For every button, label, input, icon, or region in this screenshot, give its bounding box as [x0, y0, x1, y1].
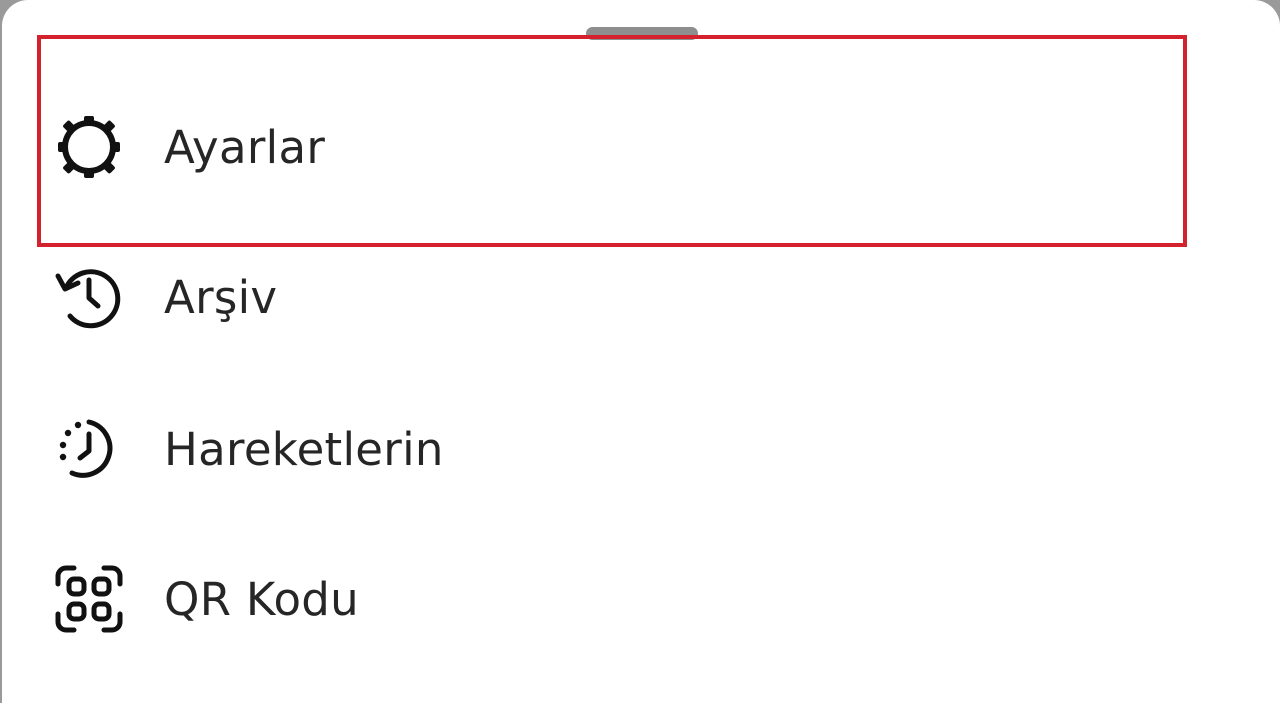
bottom-sheet: Ayarlar Arşiv Hareketlerin QR Kodu [2, 0, 1280, 703]
menu-item-label: Arşiv [164, 270, 278, 324]
menu-item-label: QR Kodu [164, 572, 359, 626]
menu-item-settings[interactable]: Ayarlar [2, 92, 1280, 202]
activity-clock-icon [52, 412, 126, 486]
menu-item-label: Hareketlerin [164, 422, 444, 476]
menu-item-label: Ayarlar [164, 120, 326, 174]
menu-item-archive[interactable]: Arşiv [2, 242, 1280, 352]
drag-handle[interactable] [586, 27, 698, 40]
settings-gear-icon [52, 110, 126, 184]
qr-scan-icon [52, 562, 126, 636]
menu-item-qr-code[interactable]: QR Kodu [2, 544, 1280, 654]
archive-history-icon [52, 260, 126, 334]
menu-item-activity[interactable]: Hareketlerin [2, 394, 1280, 504]
